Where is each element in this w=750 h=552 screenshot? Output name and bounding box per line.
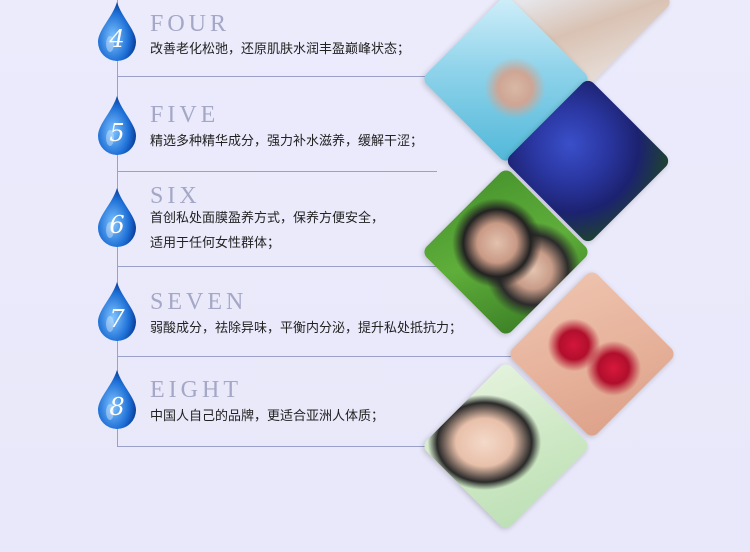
- step-title: SEVEN: [150, 289, 248, 315]
- step-title: SIX: [150, 183, 201, 209]
- step-title: FOUR: [150, 11, 231, 37]
- water-drop-icon: 4: [96, 2, 138, 62]
- step-description: 中国人自己的品牌，更适合亚洲人体质；: [150, 409, 385, 424]
- water-drop-icon: 8: [96, 370, 138, 430]
- water-drop-icon: 7: [96, 282, 138, 342]
- divider-line: [117, 171, 437, 172]
- step-description: 弱酸成分，祛除异味，平衡内分泌，提升私处抵抗力；: [150, 321, 463, 336]
- step-number: 6: [109, 211, 125, 239]
- step-description: 首创私处面膜盈养方式，保养方便安全，: [150, 211, 385, 226]
- step-title: EIGHT: [150, 377, 242, 403]
- feature-list-panel: 4 FOUR 改善老化松弛，还原肌肤水润丰盈巅峰状态； 5 FIVE 精选多种精…: [0, 0, 750, 552]
- step-number: 7: [109, 305, 125, 333]
- step-description-continued: 适用于任何女性群体；: [150, 236, 281, 251]
- step-number: 5: [109, 119, 125, 147]
- step-description: 改善老化松弛，还原肌肤水润丰盈巅峰状态；: [150, 42, 411, 57]
- water-drop-icon: 6: [96, 188, 138, 248]
- divider-line: [117, 356, 512, 357]
- divider-line: [117, 446, 432, 447]
- step-description: 精选多种精华成分，强力补水滋养，缓解干涩；: [150, 134, 424, 149]
- divider-line: [117, 76, 432, 77]
- water-drop-icon: 5: [96, 96, 138, 156]
- divider-line: [117, 266, 437, 267]
- step-number: 8: [109, 393, 125, 421]
- step-number: 4: [109, 25, 125, 53]
- step-title: FIVE: [150, 102, 220, 128]
